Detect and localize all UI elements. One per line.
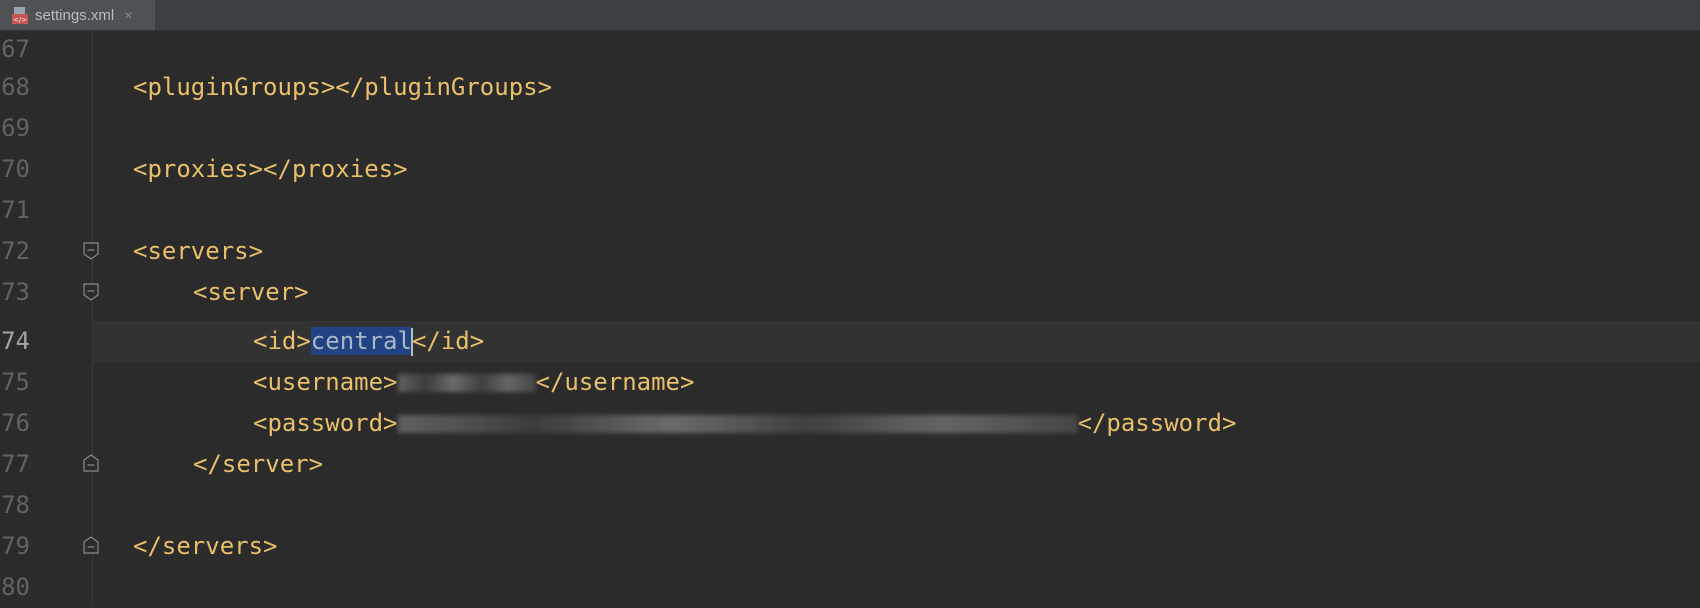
- line-number: 68: [1, 73, 30, 101]
- line-number: 79: [1, 532, 30, 560]
- svg-text:</>: </>: [13, 16, 27, 24]
- fold-end-icon[interactable]: [83, 454, 99, 472]
- line-number: 69: [1, 114, 30, 142]
- open-tag: <proxies>: [133, 155, 264, 183]
- tab-settings-xml[interactable]: </> settings.xml ×: [0, 0, 155, 30]
- code-text[interactable]: <pluginGroups></pluginGroups>: [133, 67, 552, 108]
- code-text[interactable]: <server>: [193, 272, 309, 313]
- close-tag: </password>: [1077, 409, 1237, 437]
- code-line: 70 <proxies></proxies>: [0, 149, 1700, 190]
- code-line: 75 <username> </username>: [0, 362, 1700, 403]
- fold-icon[interactable]: [83, 242, 99, 260]
- code-line: 69: [0, 108, 1700, 149]
- close-tag: </server>: [193, 450, 324, 478]
- line-number: 80: [1, 573, 30, 601]
- code-editor[interactable]: 67 68 <pluginGroups></pluginGroups> 69 7…: [0, 31, 1700, 606]
- code-text[interactable]: <id>central</id>: [253, 321, 484, 362]
- line-number: 78: [1, 491, 30, 519]
- open-tag: <username>: [253, 368, 398, 396]
- code-text[interactable]: <servers>: [133, 231, 263, 272]
- selected-text[interactable]: central: [310, 327, 412, 355]
- close-tag: </servers>: [133, 532, 278, 560]
- code-line: 79 </servers>: [0, 526, 1700, 567]
- code-text[interactable]: </servers>: [133, 526, 278, 567]
- open-tag: <id>: [253, 327, 311, 355]
- line-number: 71: [1, 196, 30, 224]
- fold-icon[interactable]: [83, 283, 99, 301]
- code-line: 80: [0, 567, 1700, 608]
- line-number: 77: [1, 450, 30, 478]
- code-text[interactable]: <username> </username>: [253, 362, 694, 403]
- code-line: 68 <pluginGroups></pluginGroups>: [0, 67, 1700, 108]
- close-icon[interactable]: ×: [124, 7, 132, 23]
- close-tag: </id>: [411, 327, 485, 355]
- line-number: 76: [1, 409, 30, 437]
- close-tag: </pluginGroups>: [335, 73, 553, 101]
- code-line: 74 <id>central</id>: [0, 321, 1700, 362]
- close-tag: </proxies>: [263, 155, 408, 183]
- code-text[interactable]: <password> </password>: [253, 403, 1236, 444]
- code-line: 76 <password> </password>: [0, 403, 1700, 444]
- code-line: 73 <server>: [0, 272, 1700, 313]
- code-line: 78: [0, 485, 1700, 526]
- code-text[interactable]: </server>: [193, 444, 323, 485]
- line-number: 70: [1, 155, 30, 183]
- blurred-password: [397, 415, 1078, 433]
- open-tag: <server>: [193, 278, 309, 306]
- line-number: 72: [1, 237, 30, 265]
- line-number: 75: [1, 368, 30, 396]
- code-line: 77 </server>: [0, 444, 1700, 485]
- xml-file-icon: </>: [12, 6, 28, 24]
- code-line: 71: [0, 190, 1700, 231]
- code-line: 67: [0, 29, 1700, 70]
- fold-end-icon[interactable]: [83, 536, 99, 554]
- open-tag: <pluginGroups>: [133, 73, 336, 101]
- open-tag: <servers>: [133, 237, 264, 265]
- code-text[interactable]: <proxies></proxies>: [133, 149, 408, 190]
- close-tag: </username>: [535, 368, 695, 396]
- line-number: 74: [1, 327, 30, 355]
- tab-label: settings.xml: [35, 6, 115, 24]
- code-line: 72 <servers>: [0, 231, 1700, 272]
- open-tag: <password>: [253, 409, 398, 437]
- line-number: 67: [1, 35, 30, 63]
- line-number: 73: [1, 278, 30, 306]
- editor-tab-bar: </> settings.xml ×: [0, 0, 1700, 31]
- blurred-username: [397, 374, 536, 392]
